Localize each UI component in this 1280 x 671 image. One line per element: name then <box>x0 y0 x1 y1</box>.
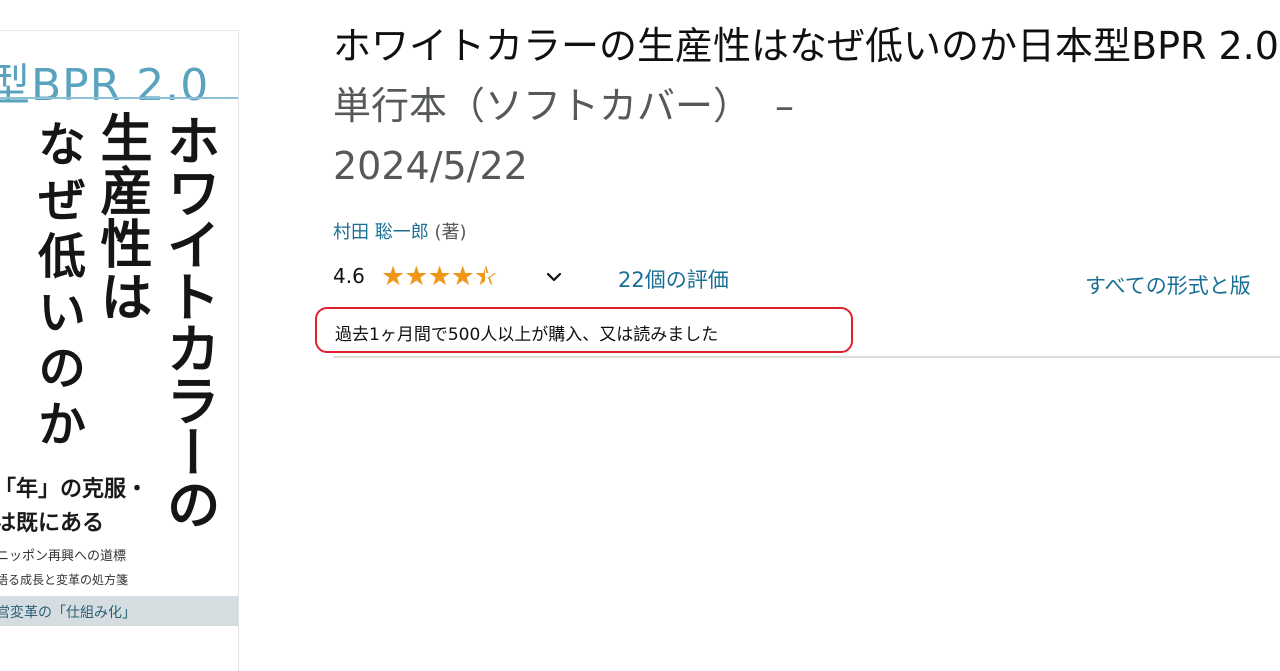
cover-band-text: 営変革の「仕組み化」 <box>0 605 136 621</box>
book-cover-image[interactable]: 型BPR 2.0 ホワイトカラーの 生産性は なぜ低いのか 「年」の克服・ は既… <box>0 30 239 671</box>
purchase-note-text: 過去1ヶ月間で500人以上が購入、又は読みました <box>335 325 719 345</box>
rating-row: 4.6 ★★★★★ 22個の評価 すべての形式と版 <box>333 260 1280 298</box>
cover-tagline-2: は既にある <box>0 511 105 536</box>
star-icon: ★ <box>427 261 451 292</box>
section-divider <box>333 356 1280 358</box>
cover-tagline-3: ニッポン再興への道標 <box>0 549 127 564</box>
publication-date: 2024/5/22 <box>333 144 528 188</box>
cover-title-line-2: 生産性は <box>91 111 151 323</box>
cover-band: 営変革の「仕組み化」 <box>0 596 238 626</box>
cover-divider <box>0 97 238 99</box>
author-role: (著) <box>434 222 467 243</box>
all-formats-link[interactable]: すべての形式と版 <box>1085 270 1251 300</box>
star-icon: ★ <box>450 261 475 292</box>
half-star-icon: ★ <box>474 260 498 294</box>
author-byline: 村田 聡一郎 (著) <box>333 218 467 244</box>
rating-value: 4.6 <box>333 264 365 288</box>
author-link[interactable]: 村田 聡一郎 <box>333 222 429 243</box>
chevron-down-icon[interactable] <box>543 266 565 288</box>
star-icon: ★ <box>381 261 405 292</box>
cover-title-line-1: ホワイトカラーの <box>157 113 220 529</box>
cover-tagline-4: 語る成長と変革の処方箋 <box>0 573 129 587</box>
reviews-count-link[interactable]: 22個の評価 <box>618 264 729 294</box>
cover-tagline-1: 「年」の克服・ <box>0 477 149 502</box>
cover-title-line-3: なぜ低いのか <box>29 119 85 455</box>
star-icon: ★ <box>404 261 428 292</box>
product-title: ホワイトカラーの生産性はなぜ低いのか日本型BPR 2.0 単行本（ソフトカバー）… <box>333 16 1280 196</box>
purchase-note-highlight: 過去1ヶ月間で500人以上が購入、又は読みました <box>315 307 853 353</box>
product-title-text: ホワイトカラーの生産性はなぜ低いのか日本型BPR 2.0 <box>333 24 1279 68</box>
star-rating[interactable]: ★★★★★ <box>381 260 498 294</box>
product-format: 単行本（ソフトカバー） <box>333 84 752 128</box>
title-separator: – <box>775 84 795 128</box>
cover-subtitle: 型BPR 2.0 <box>0 60 210 111</box>
